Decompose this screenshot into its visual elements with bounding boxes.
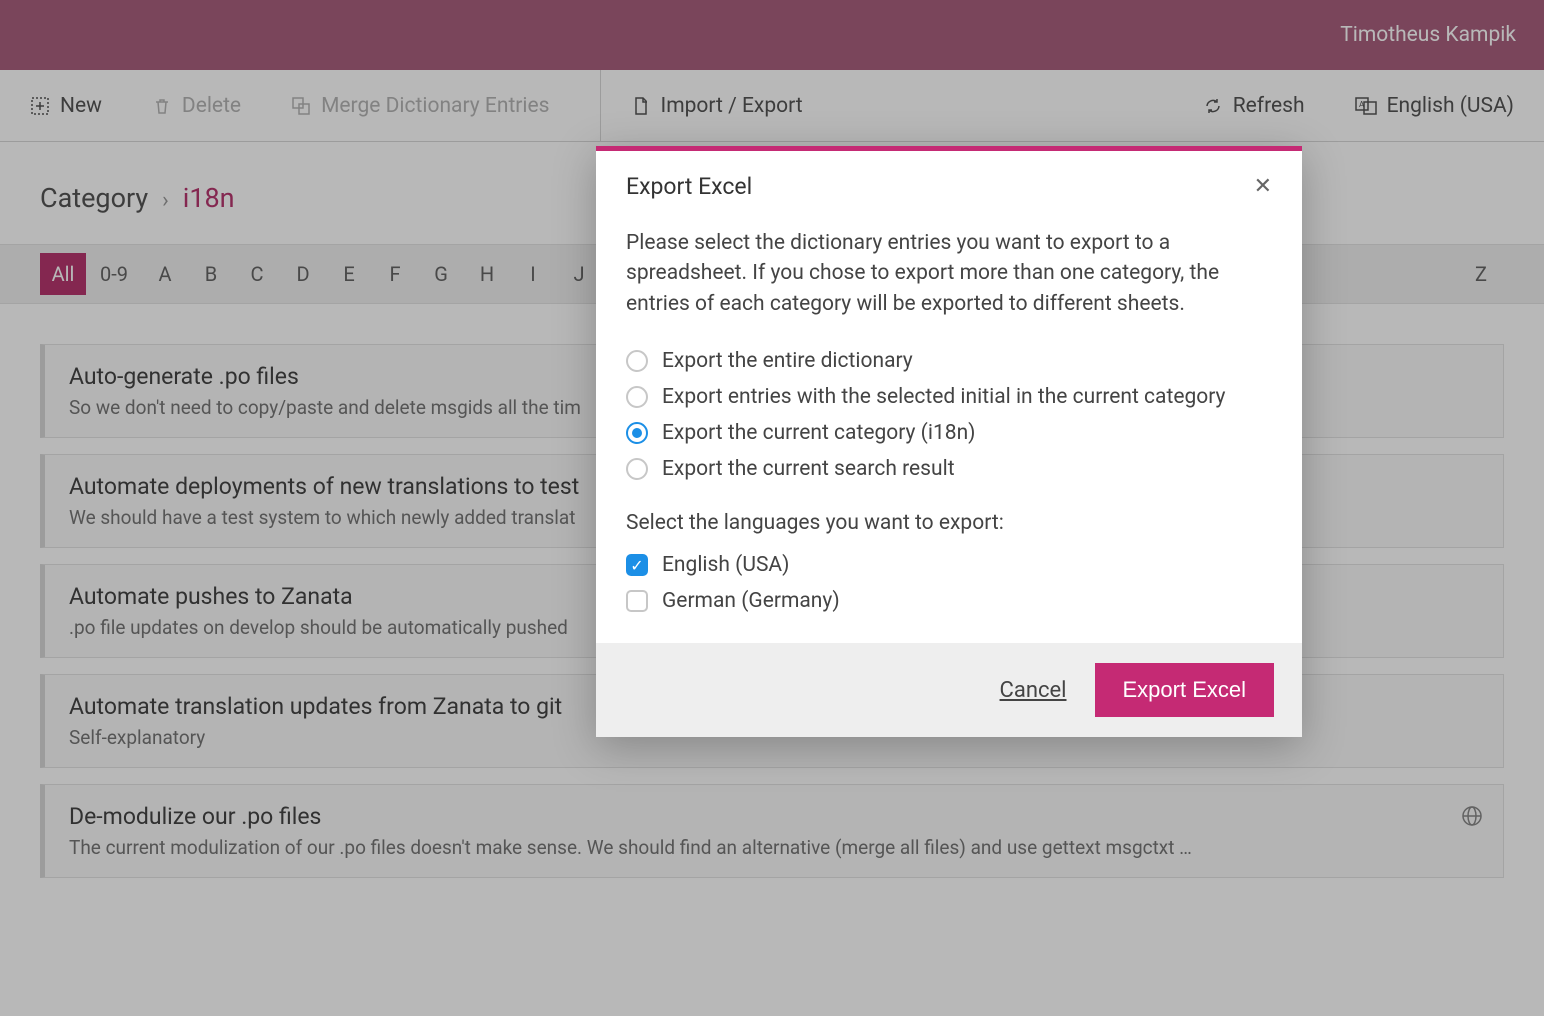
checkbox-label: English (USA) — [662, 553, 789, 577]
languages-section-label: Select the languages you want to export: — [626, 511, 1272, 535]
export-scope-radio-group: Export the entire dictionary Export entr… — [626, 349, 1272, 481]
radio-icon — [626, 386, 648, 408]
checkbox-label: German (Germany) — [662, 589, 840, 613]
radio-option[interactable]: Export the entire dictionary — [626, 349, 1272, 373]
cancel-button[interactable]: Cancel — [1000, 678, 1067, 703]
radio-icon — [626, 350, 648, 372]
languages-check-group: ✓ English (USA) German (Germany) — [626, 553, 1272, 613]
radio-label: Export the current category (i18n) — [662, 421, 975, 445]
radio-option[interactable]: Export the current search result — [626, 457, 1272, 481]
checkbox-option[interactable]: ✓ English (USA) — [626, 553, 1272, 577]
radio-label: Export the current search result — [662, 457, 955, 481]
checkbox-icon — [626, 590, 648, 612]
close-icon[interactable]: ✕ — [1254, 174, 1272, 199]
modal-footer: Cancel Export Excel — [596, 643, 1302, 737]
checkbox-icon: ✓ — [626, 554, 648, 576]
radio-label: Export entries with the selected initial… — [662, 385, 1225, 409]
radio-option[interactable]: Export entries with the selected initial… — [626, 385, 1272, 409]
checkbox-option[interactable]: German (Germany) — [626, 589, 1272, 613]
export-excel-modal: Export Excel ✕ Please select the diction… — [596, 146, 1302, 737]
export-excel-button[interactable]: Export Excel — [1095, 663, 1275, 717]
radio-option[interactable]: Export the current category (i18n) — [626, 421, 1272, 445]
radio-icon — [626, 422, 648, 444]
modal-title: Export Excel — [626, 173, 752, 200]
radio-label: Export the entire dictionary — [662, 349, 913, 373]
modal-intro: Please select the dictionary entries you… — [626, 228, 1272, 319]
radio-icon — [626, 458, 648, 480]
